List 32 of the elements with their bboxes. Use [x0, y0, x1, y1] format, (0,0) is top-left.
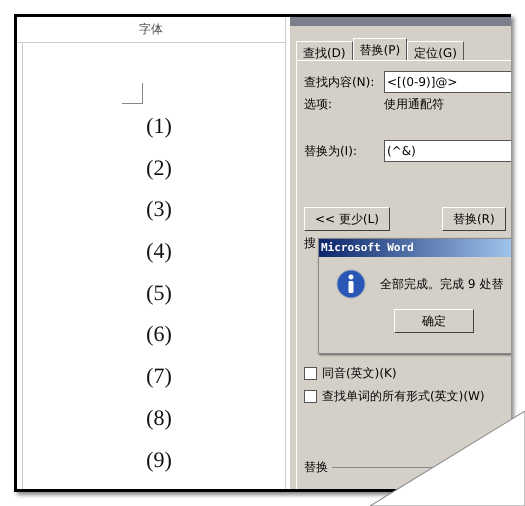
numbered-line: (1): [145, 112, 172, 140]
column-header: 字体: [17, 17, 285, 43]
numbered-line: (2): [145, 154, 172, 182]
dialog-button[interactable]: << 更少(L): [304, 207, 390, 231]
checkbox[interactable]: [304, 390, 317, 403]
dialog-tab[interactable]: 查找(D): [296, 41, 353, 60]
numbered-line: (7): [145, 362, 172, 390]
options-label: 选项:: [304, 96, 334, 112]
replace-label: 替换为(I):: [304, 142, 358, 160]
margin-corner-mark: [122, 83, 143, 104]
find-label: 查找内容(N):: [304, 74, 376, 90]
numbered-line: (5): [145, 278, 172, 307]
replace-field[interactable]: (^&): [384, 140, 511, 162]
message-text: 全部完成。完成 9 处替: [380, 276, 504, 292]
numbered-line: (6): [145, 320, 172, 348]
checkbox-label: 同音(英文)(K): [322, 365, 397, 382]
numbered-line: (8): [145, 404, 172, 432]
numbered-line: (9): [145, 446, 172, 474]
dialog-tab[interactable]: 定位(G): [407, 41, 464, 60]
dialog-tab[interactable]: 替换(P): [352, 38, 408, 60]
info-icon: [336, 269, 366, 299]
checkbox[interactable]: [304, 367, 317, 380]
message-box-title: Microsoft Word: [319, 239, 511, 257]
search-label: 搜: [304, 236, 316, 250]
find-field[interactable]: <[(0-9)]@>: [384, 71, 511, 93]
numbered-line: (4): [145, 237, 172, 266]
group-label: 替换: [304, 458, 328, 476]
ok-button[interactable]: 确定: [394, 309, 474, 333]
dialog-button[interactable]: 替换(R): [442, 207, 506, 231]
numbered-line: (3): [145, 195, 172, 224]
checkbox-label: 查找单词的所有形式(英文)(W): [322, 388, 485, 405]
options-value: 使用通配符: [384, 96, 444, 112]
